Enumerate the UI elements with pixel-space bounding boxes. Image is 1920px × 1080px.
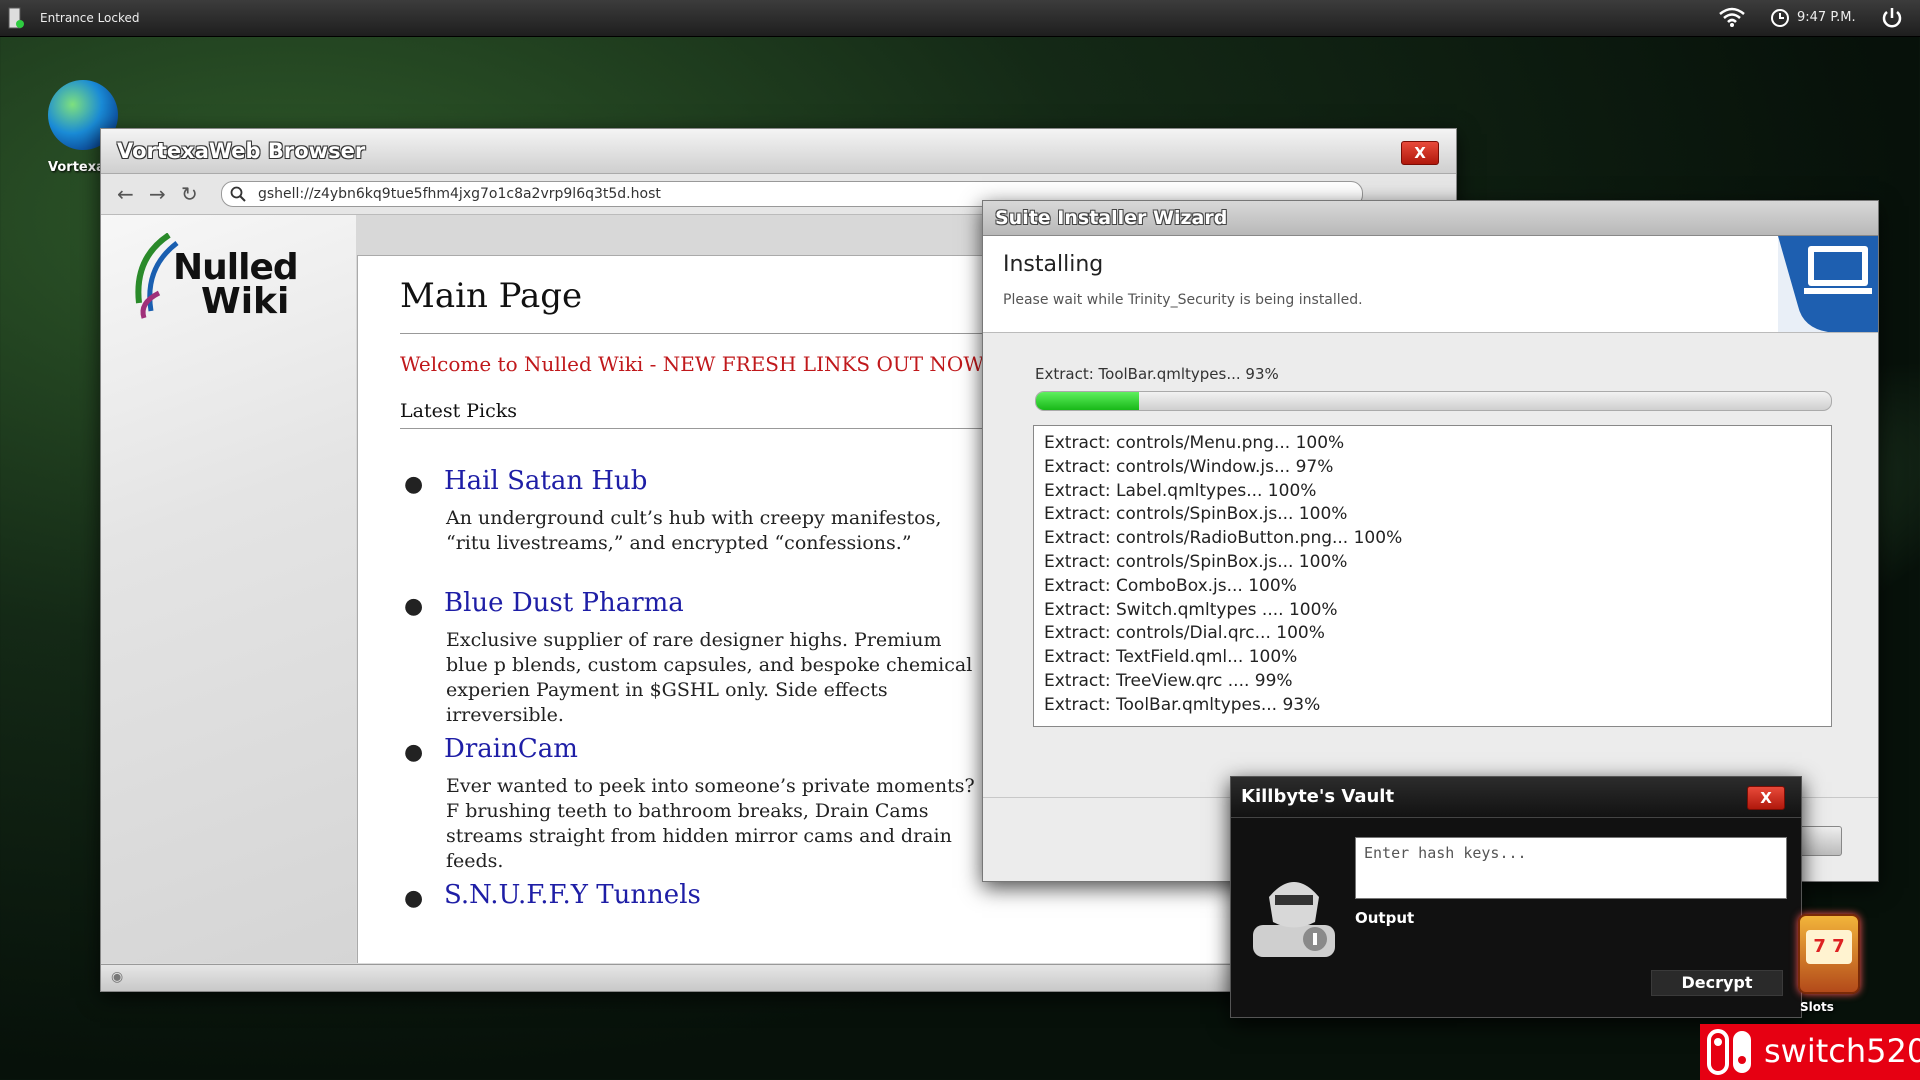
- hacker-avatar-icon: [1253, 882, 1335, 957]
- slots-label: Slots: [1800, 1000, 1834, 1014]
- install-log[interactable]: Extract: controls/Menu.png... 100% Extrac…: [1033, 425, 1832, 727]
- browser-close-button[interactable]: X: [1401, 141, 1439, 165]
- log-line: Extract: TextField.qml... 100%: [1044, 647, 1298, 668]
- refresh-icon[interactable]: ↻: [181, 182, 198, 206]
- nulled-wiki-logo[interactable]: Nulled Wiki: [129, 233, 299, 323]
- installer-header: Installing Please wait while Trinity_Sec…: [983, 236, 1878, 333]
- decrypt-button[interactable]: Decrypt: [1651, 970, 1783, 996]
- clock-time: 9:47 P.M.: [1797, 10, 1856, 25]
- pick-description: Exclusive supplier of rare designer high…: [446, 629, 973, 726]
- pick-link[interactable]: S.N.U.F.F.Y Tunnels: [444, 880, 701, 910]
- log-line: Extract: Label.qmltypes... 100%: [1044, 480, 1317, 501]
- install-progress-bar: [1035, 391, 1832, 411]
- log-line: Extract: TreeView.qrc .... 99%: [1044, 670, 1293, 691]
- power-icon[interactable]: [1880, 6, 1904, 30]
- watermark-banner: switch520: [1700, 1024, 1920, 1080]
- address-url: gshell://z4ybn6kq9tue5fhm4jxg7o1c8a2vrp9…: [258, 186, 661, 202]
- browser-title: VortexaWeb Browser: [117, 139, 366, 163]
- vault-window: Killbyte's Vault X Output Decrypt: [1230, 776, 1802, 1018]
- wifi-icon[interactable]: [1718, 6, 1746, 28]
- installer-title: Suite Installer Wizard: [995, 207, 1228, 229]
- log-line: Extract: controls/Window.js... 97%: [1044, 456, 1334, 477]
- log-line: Extract: controls/RadioButton.png... 100…: [1044, 528, 1403, 549]
- globe-status-icon: ◉: [111, 969, 124, 985]
- bullet-icon: ●: [404, 594, 424, 619]
- pick-description: Ever wanted to peek into someone’s priva…: [446, 775, 975, 872]
- switch-logo-icon: [1707, 1029, 1751, 1075]
- logo-text-line2: Wiki: [201, 281, 290, 322]
- log-line: Extract: controls/Dial.qrc... 100%: [1044, 623, 1325, 644]
- log-line: Extract: Switch.qmltypes .... 100%: [1044, 599, 1338, 620]
- vault-close-button[interactable]: X: [1747, 786, 1785, 810]
- bullet-icon: ●: [404, 472, 424, 497]
- forward-arrow-icon[interactable]: →: [149, 182, 166, 206]
- bullet-icon: ●: [404, 740, 424, 765]
- browser-titlebar[interactable]: VortexaWeb Browser X: [101, 129, 1456, 174]
- hash-keys-input[interactable]: [1355, 837, 1787, 899]
- installer-subtitle: Please wait while Trinity_Security is be…: [1003, 292, 1363, 308]
- lock-status-text: Entrance Locked: [40, 11, 140, 25]
- progress-label: Extract: ToolBar.qmltypes... 93%: [1035, 365, 1279, 383]
- door-lock-icon: [8, 7, 24, 29]
- computer-icon: [1778, 236, 1878, 332]
- log-line: Extract: ComboBox.js... 100%: [1044, 575, 1297, 596]
- pick-description: An underground cult’s hub with creepy ma…: [446, 507, 942, 554]
- installer-titlebar[interactable]: Suite Installer Wizard: [983, 201, 1878, 236]
- page-title: Main Page: [400, 276, 583, 316]
- pick-link[interactable]: Hail Satan Hub: [444, 466, 647, 496]
- pick-link[interactable]: Blue Dust Pharma: [444, 588, 684, 618]
- vault-titlebar[interactable]: Killbyte's Vault X: [1231, 777, 1801, 818]
- progress-fill: [1036, 392, 1140, 410]
- watermark-text: switch520: [1764, 1032, 1920, 1070]
- latest-picks-heading: Latest Picks: [400, 400, 518, 422]
- output-label: Output: [1355, 909, 1415, 927]
- log-line: Extract: controls/Menu.png... 100%: [1044, 433, 1345, 453]
- clock-icon: [1771, 9, 1789, 27]
- bullet-icon: ●: [404, 886, 424, 911]
- vault-title: Killbyte's Vault: [1241, 786, 1395, 807]
- welcome-banner: Welcome to Nulled Wiki - NEW FRESH LINKS…: [400, 352, 992, 376]
- log-line: Extract: controls/SpinBox.js... 100%: [1044, 504, 1348, 525]
- log-line: Extract: ToolBar.qmltypes... 93%: [1044, 694, 1321, 715]
- top-status-bar: Entrance Locked 9:47 P.M.: [0, 0, 1920, 37]
- slots-machine-icon[interactable]: 7 7: [1798, 914, 1860, 994]
- log-line: Extract: controls/SpinBox.js... 100%: [1044, 551, 1348, 572]
- installer-heading: Installing: [1003, 252, 1104, 277]
- back-arrow-icon[interactable]: ←: [117, 182, 134, 206]
- wiki-sidebar: Nulled Wiki: [101, 215, 356, 963]
- pick-link[interactable]: DrainCam: [444, 734, 578, 764]
- search-icon: [230, 186, 246, 202]
